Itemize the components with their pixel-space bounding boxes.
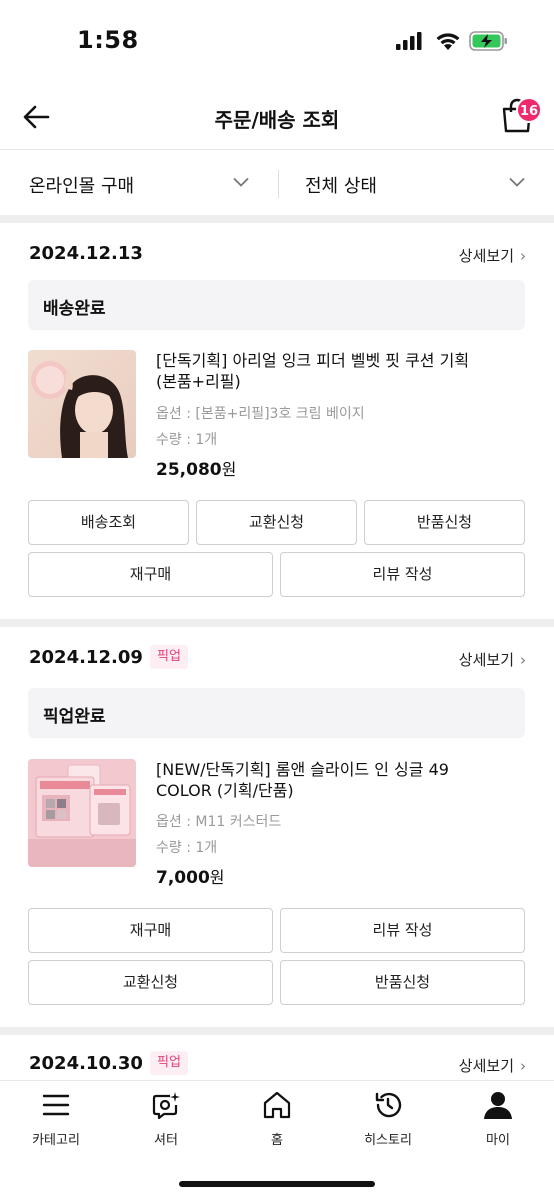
product-name[interactable]: [NEW/단독기획] 롬앤 슬라이드 인 싱글 49 COLOR (기획/단품): [156, 759, 486, 801]
eyeshadow-product-image: [28, 759, 136, 867]
product-option: 옵션 : M11 커스터드: [156, 814, 282, 830]
cushion-model-image: [28, 350, 136, 458]
order-card: 2024.10.30 픽업 상세보기 ›: [0, 1035, 554, 1080]
order-card: 2024.12.09 픽업 상세보기 › 픽업완료 [NEW/단독기획] 롬앤 슬…: [0, 627, 554, 1027]
battery-charging-icon: [469, 31, 507, 51]
order-detail-link[interactable]: 상세보기 ›: [459, 1055, 526, 1076]
status-time: 1:58: [77, 26, 139, 54]
filter-bar: 온라인몰 구매 전체 상태: [0, 151, 554, 215]
user-icon: [484, 1092, 512, 1119]
pickup-badge: 픽업: [150, 645, 188, 669]
order-status: 픽업완료: [43, 707, 106, 727]
chevron-right-icon: ›: [520, 247, 526, 265]
nav-label: 히스토리: [364, 1133, 412, 1148]
status-filter-dropdown[interactable]: 전체 상태: [279, 151, 554, 215]
nav-label: 마이: [486, 1133, 510, 1148]
order-status-box: 배송완료: [28, 280, 525, 330]
chevron-right-icon: ›: [520, 651, 526, 669]
price-amount: 7,000: [156, 868, 210, 888]
price-currency: 원: [209, 868, 225, 887]
nav-category[interactable]: 카테고리: [1, 1081, 111, 1161]
exchange-request-button[interactable]: 교환신청: [28, 960, 273, 1005]
detail-link-label: 상세보기: [458, 651, 514, 669]
product-quantity: 수량 : 1개: [156, 840, 218, 856]
channel-filter-label: 온라인몰 구매: [29, 176, 135, 197]
nav-label: 카테고리: [32, 1133, 80, 1148]
order-date: 2024.12.09: [29, 647, 143, 668]
product-name[interactable]: [단독기획] 아리얼 잉크 피더 벨벳 핏 쿠션 기획(본품+리필): [156, 350, 486, 392]
section-divider: [0, 619, 554, 627]
chevron-right-icon: ›: [520, 1057, 526, 1075]
exchange-request-button[interactable]: 교환신청: [196, 500, 357, 545]
chevron-down-icon: [509, 177, 525, 187]
menu-icon: [42, 1094, 70, 1116]
nav-my[interactable]: 마이: [443, 1081, 553, 1161]
product-option: 옵션 : [본품+리필]3호 크림 베이지: [156, 406, 365, 422]
nav-shutter[interactable]: 셔터: [111, 1081, 221, 1161]
home-icon: [263, 1091, 291, 1119]
status-bar: 1:58: [0, 0, 554, 84]
return-request-button[interactable]: 반품신청: [364, 500, 525, 545]
reorder-button[interactable]: 재구매: [28, 552, 273, 597]
return-request-button[interactable]: 반품신청: [280, 960, 525, 1005]
order-detail-link[interactable]: 상세보기 ›: [459, 245, 526, 266]
detail-link-label: 상세보기: [458, 1057, 514, 1075]
app-header: 주문/배송 조회: [0, 84, 554, 150]
status-filter-label: 전체 상태: [305, 176, 377, 197]
order-status-box: 픽업완료: [28, 688, 525, 738]
order-date: 2024.12.13: [29, 243, 143, 264]
product-price: 7,000원: [156, 864, 225, 888]
nav-label: 홈: [271, 1133, 283, 1148]
product-price: 25,080원: [156, 456, 236, 480]
section-divider: [0, 215, 554, 223]
shutter-icon: [152, 1092, 180, 1120]
channel-filter-dropdown[interactable]: 온라인몰 구매: [0, 151, 278, 215]
product-quantity: 수량 : 1개: [156, 432, 218, 448]
product-image[interactable]: [28, 350, 136, 458]
history-icon: [375, 1092, 402, 1118]
detail-link-label: 상세보기: [458, 247, 514, 265]
order-detail-link[interactable]: 상세보기 ›: [459, 649, 526, 670]
write-review-button[interactable]: 리뷰 작성: [280, 908, 525, 953]
nav-history[interactable]: 히스토리: [333, 1081, 443, 1161]
order-date: 2024.10.30: [29, 1053, 143, 1074]
cart-count-badge: 16: [516, 97, 542, 123]
price-currency: 원: [221, 460, 237, 479]
write-review-button[interactable]: 리뷰 작성: [280, 552, 525, 597]
price-amount: 25,080: [156, 460, 222, 480]
nav-home[interactable]: 홈: [222, 1081, 332, 1161]
cellular-signal-icon: [396, 32, 422, 50]
product-image[interactable]: [28, 759, 136, 867]
track-delivery-button[interactable]: 배송조회: [28, 500, 189, 545]
order-card: 2024.12.13 상세보기 › 배송완료 [단독기획] 아리얼 잉크 피더 벨…: [0, 223, 554, 619]
section-divider: [0, 1027, 554, 1035]
wifi-icon: [436, 33, 460, 50]
page-title: 주문/배송 조회: [214, 108, 340, 132]
nav-label: 셔터: [154, 1133, 178, 1148]
chevron-down-icon: [233, 177, 249, 187]
home-indicator: [179, 1181, 375, 1187]
pickup-badge: 픽업: [150, 1051, 188, 1075]
reorder-button[interactable]: 재구매: [28, 908, 273, 953]
order-status: 배송완료: [43, 299, 106, 319]
